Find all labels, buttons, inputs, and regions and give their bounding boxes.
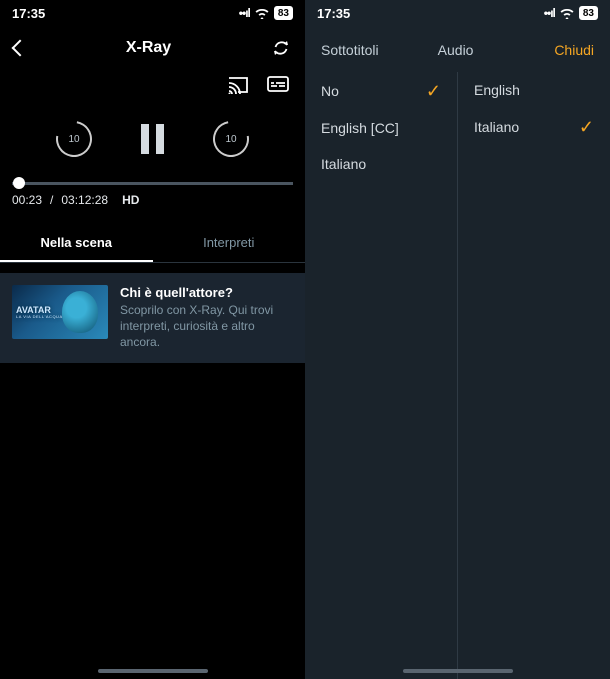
skip-forward-button[interactable]: 10 bbox=[210, 118, 252, 160]
subtitle-label: No bbox=[321, 83, 339, 99]
battery-icon: 83 bbox=[579, 6, 598, 20]
audio-option-italian[interactable]: Italiano ✓ bbox=[458, 108, 610, 146]
skip-back-button[interactable]: 10 bbox=[53, 118, 95, 160]
audio-heading: Audio bbox=[438, 42, 555, 58]
signal-icon: ••‎ıl bbox=[544, 6, 555, 20]
cast-button[interactable] bbox=[227, 76, 249, 94]
time-current: 00:23 bbox=[12, 193, 42, 207]
check-icon: ✓ bbox=[579, 118, 594, 136]
thumb-subtitle: LA VIA DELL'ACQUA bbox=[16, 315, 63, 319]
pause-icon bbox=[141, 124, 149, 154]
subtitle-option-italian[interactable]: Italiano bbox=[305, 146, 457, 182]
skip-back-icon bbox=[49, 114, 99, 164]
card-thumbnail: AVATAR LA VIA DELL'ACQUA bbox=[12, 285, 108, 339]
language-screen: 17:35 ••‎ıl 83 Sottotitoli Audio Chiudi … bbox=[305, 0, 610, 679]
wifi-icon bbox=[559, 7, 575, 19]
audio-label: Italiano bbox=[474, 119, 519, 135]
xray-card[interactable]: AVATAR LA VIA DELL'ACQUA Chi è quell'att… bbox=[0, 273, 305, 363]
status-time: 17:35 bbox=[317, 6, 350, 21]
status-time: 17:35 bbox=[12, 6, 45, 21]
player-screen: 17:35 ••‎ıl 83 X-Ray 10 bbox=[0, 0, 305, 679]
audio-option-english[interactable]: English bbox=[458, 72, 610, 108]
xray-tabs: Nella scena Interpreti bbox=[0, 225, 305, 263]
subtitles-heading: Sottotitoli bbox=[321, 42, 438, 58]
status-bar: 17:35 ••‎ıl 83 bbox=[0, 0, 305, 26]
close-button[interactable]: Chiudi bbox=[554, 42, 594, 58]
subtitles-icon bbox=[267, 76, 289, 94]
time-total: 03:12:28 bbox=[61, 193, 108, 207]
wifi-icon bbox=[254, 7, 270, 19]
avatar-face-icon bbox=[62, 291, 98, 333]
thumb-title: AVATAR bbox=[16, 305, 51, 315]
player-top-icons bbox=[0, 70, 305, 100]
header: X-Ray bbox=[0, 26, 305, 70]
subtitle-label: Italiano bbox=[321, 156, 366, 172]
subtitle-option-none[interactable]: No ✓ bbox=[305, 72, 457, 110]
language-body: No ✓ English [CC] Italiano English Itali… bbox=[305, 72, 610, 679]
tab-scene[interactable]: Nella scena bbox=[0, 225, 153, 262]
refresh-button[interactable] bbox=[271, 38, 291, 58]
status-right: ••‎ıl 83 bbox=[544, 6, 598, 20]
cast-icon bbox=[227, 76, 249, 94]
quality-badge: HD bbox=[122, 193, 139, 207]
page-title: X-Ray bbox=[126, 39, 171, 57]
language-header: Sottotitoli Audio Chiudi bbox=[305, 26, 610, 72]
refresh-icon bbox=[271, 38, 291, 58]
chevron-left-icon bbox=[12, 40, 29, 57]
subtitles-column: No ✓ English [CC] Italiano bbox=[305, 72, 458, 679]
audio-label: English bbox=[474, 82, 520, 98]
card-title: Chi è quell'attore? bbox=[120, 285, 293, 300]
progress-slider[interactable] bbox=[12, 182, 293, 185]
card-description: Scoprilo con X-Ray. Qui trovi interpreti… bbox=[120, 302, 293, 351]
pause-button[interactable] bbox=[141, 124, 164, 154]
pause-icon bbox=[156, 124, 164, 154]
battery-icon: 83 bbox=[274, 6, 293, 20]
status-bar: 17:35 ••‎ıl 83 bbox=[305, 0, 610, 26]
home-indicator[interactable] bbox=[98, 669, 208, 673]
check-icon: ✓ bbox=[426, 82, 441, 100]
subtitle-label: English [CC] bbox=[321, 120, 399, 136]
player-controls: 10 10 bbox=[0, 100, 305, 174]
time-separator: / bbox=[50, 193, 53, 207]
signal-icon: ••‎ıl bbox=[239, 6, 250, 20]
back-button[interactable] bbox=[14, 42, 26, 54]
skip-forward-icon bbox=[206, 114, 256, 164]
status-right: ••‎ıl 83 bbox=[239, 6, 293, 20]
progress-thumb-icon[interactable] bbox=[13, 177, 25, 189]
subtitle-option-english-cc[interactable]: English [CC] bbox=[305, 110, 457, 146]
time-row: 00:23 / 03:12:28 HD bbox=[12, 193, 293, 207]
progress-section: 00:23 / 03:12:28 HD bbox=[0, 174, 305, 211]
home-indicator[interactable] bbox=[403, 669, 513, 673]
subtitles-button[interactable] bbox=[267, 76, 289, 94]
audio-column: English Italiano ✓ bbox=[458, 72, 610, 679]
card-body: Chi è quell'attore? Scoprilo con X-Ray. … bbox=[120, 285, 293, 351]
tab-cast[interactable]: Interpreti bbox=[153, 225, 306, 262]
